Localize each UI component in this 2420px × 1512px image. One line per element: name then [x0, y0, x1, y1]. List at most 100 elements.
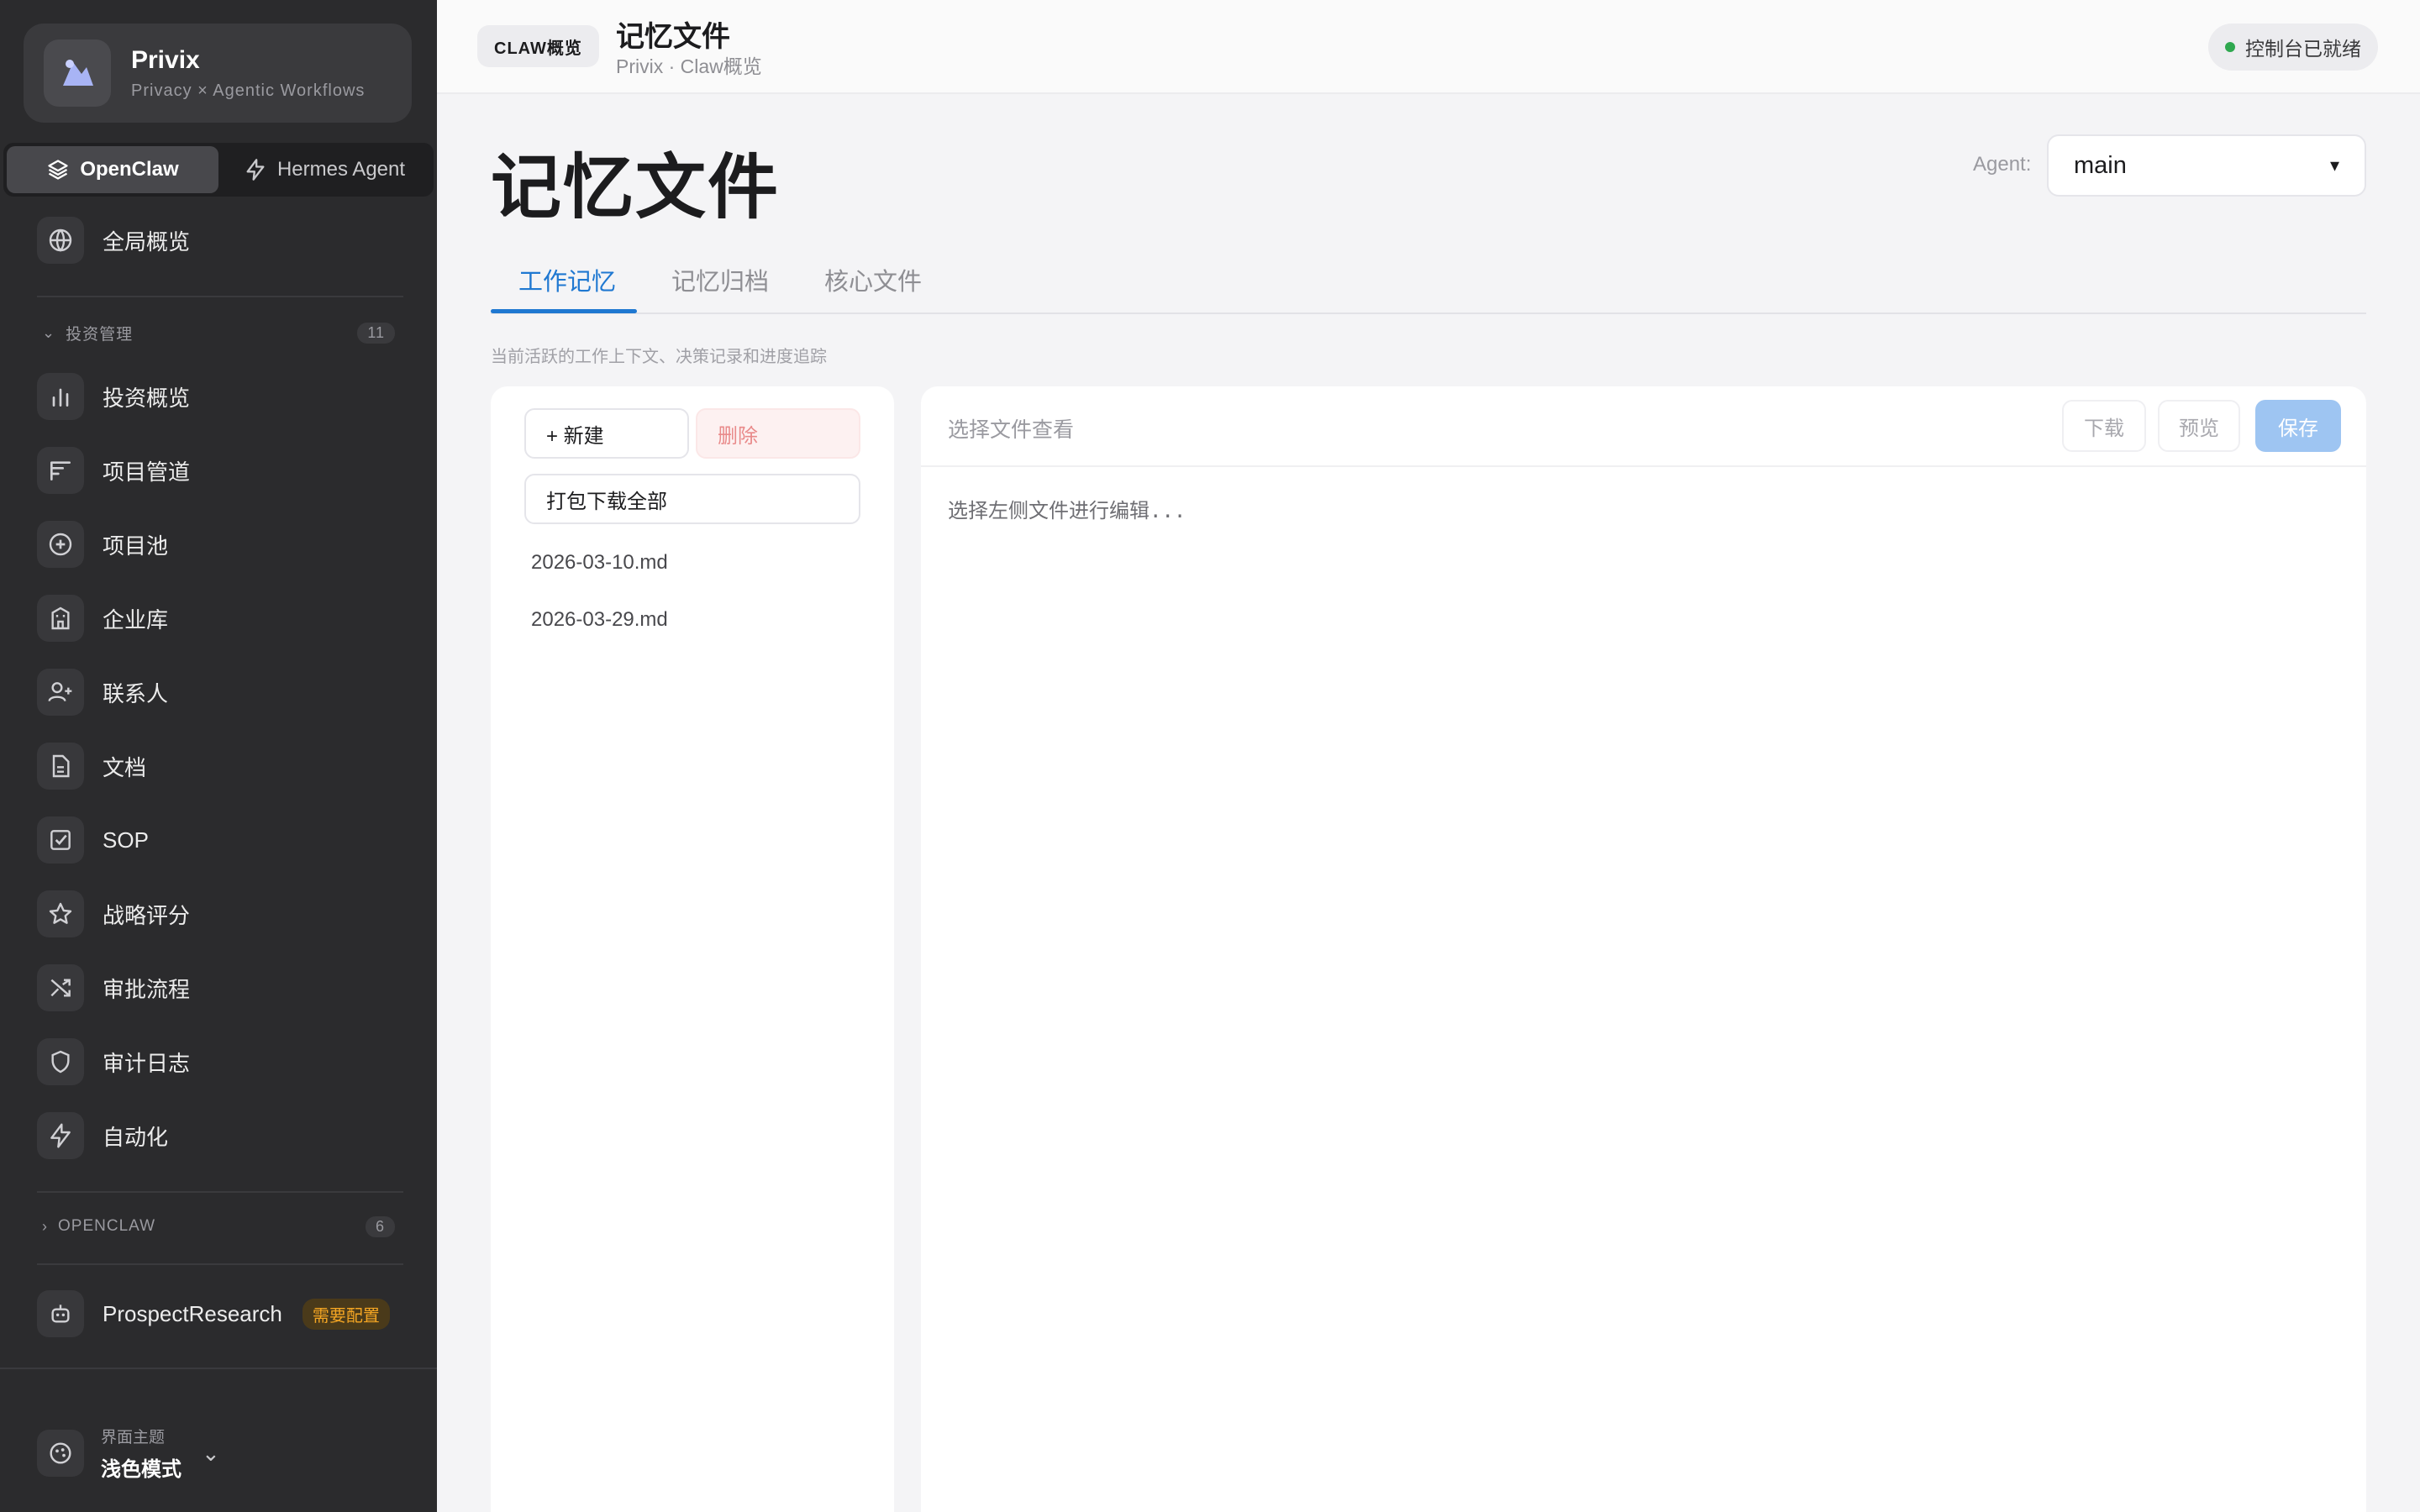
breadcrumb: Privix · Claw概览: [616, 55, 762, 77]
group-title: 投资管理: [66, 325, 134, 344]
console-status-badge: 控制台已就绪: [2208, 24, 2378, 71]
delete-file-button[interactable]: 删除: [696, 408, 860, 459]
sidebar-item-label: 审批流程: [103, 976, 191, 1002]
sidebar-item-invest-overview[interactable]: 投资概览: [37, 370, 407, 423]
sidebar-divider: [37, 296, 403, 297]
sidebar-item-label: 审计日志: [103, 1050, 191, 1076]
group-header-invest[interactable]: ⌄ 投资管理 11: [42, 318, 395, 348]
brand-logo-icon: [44, 39, 111, 107]
sidebar-item-label: 全局概览: [103, 228, 191, 255]
lightning-icon: [37, 1112, 84, 1159]
sidebar-divider: [0, 1368, 437, 1369]
sidebar-item-companies[interactable]: 企业库: [37, 591, 407, 645]
pipeline-icon: [37, 447, 84, 494]
active-tab-indicator: [491, 309, 637, 313]
file-list-panel: + 新建 删除 打包下载全部 2026-03-10.md 2026-03-29.…: [491, 386, 894, 1512]
download-all-button[interactable]: 打包下载全部: [524, 474, 860, 524]
sidebar-item-label: 投资概览: [103, 385, 191, 411]
sidebar-item-label: 项目管道: [103, 459, 191, 485]
chevron-down-icon: ⌄: [202, 1440, 220, 1466]
robot-icon: [37, 1290, 84, 1337]
sidebar-item-label: SOP: [103, 827, 149, 853]
editor-panel: 选择文件查看 下载 预览 保存 选择左侧文件进行编辑...: [921, 386, 2366, 1512]
palette-icon: [37, 1430, 84, 1477]
brand-card[interactable]: Privix Privacy × Agentic Workflows: [24, 24, 412, 123]
download-button[interactable]: 下载: [2062, 400, 2146, 452]
sidebar-item-label: 文档: [103, 754, 147, 780]
chevron-down-icon: ▾: [2329, 155, 2339, 176]
group-title: OPENCLAW: [58, 1217, 156, 1235]
status-text: 控制台已就绪: [2245, 38, 2361, 60]
page-title: 记忆文件: [491, 148, 781, 227]
editor-toolbar: 选择文件查看 下载 预览 保存: [921, 386, 2366, 467]
sidebar-item-label: ProspectResearch: [103, 1300, 282, 1326]
group-count: 11: [357, 322, 395, 344]
top-bar: CLAW概览 记忆文件 Privix · Claw概览 控制台已就绪: [437, 0, 2420, 94]
group-header-openclaw[interactable]: › OPENCLAW 6: [42, 1211, 395, 1242]
tab-memory-archive[interactable]: 记忆归档: [671, 262, 769, 314]
sidebar-item-contacts[interactable]: 联系人: [37, 665, 407, 719]
mode-hermes-button[interactable]: Hermes Agent: [218, 146, 430, 193]
sidebar-item-pipeline[interactable]: 项目管道: [37, 444, 407, 497]
agent-label: Agent:: [1973, 153, 2032, 176]
tab-description: 当前活跃的工作上下文、决策记录和进度追踪: [491, 348, 827, 366]
mode-hermes-label: Hermes Agent: [276, 158, 406, 181]
sidebar-divider: [37, 1191, 403, 1193]
status-badge: 需要配置: [302, 1298, 390, 1330]
plus-circle-icon: [37, 521, 84, 568]
bar-chart-icon: [37, 373, 84, 420]
building-icon: [37, 595, 84, 642]
sidebar-item-prospect-research[interactable]: ProspectResearch 需要配置: [37, 1287, 407, 1341]
sidebar-item-overview[interactable]: 全局概览: [37, 213, 407, 267]
sidebar-item-sop[interactable]: SOP: [37, 813, 407, 867]
document-icon: [37, 743, 84, 790]
top-title: 记忆文件: [616, 21, 730, 53]
checkbox-icon: [37, 816, 84, 864]
sidebar-item-label: 战略评分: [103, 902, 191, 928]
mode-switch: OpenClaw Hermes Agent: [3, 143, 434, 197]
shuffle-icon: [37, 964, 84, 1011]
theme-value: 浅色模式: [101, 1458, 182, 1481]
file-list-item[interactable]: 2026-03-10.md: [531, 551, 668, 575]
sidebar-item-strategy-score[interactable]: 战略评分: [37, 887, 407, 941]
file-list-item[interactable]: 2026-03-29.md: [531, 608, 668, 632]
group-count: 6: [365, 1215, 395, 1237]
sidebar-item-label: 联系人: [103, 680, 169, 706]
shield-icon: [37, 1038, 84, 1085]
mode-openclaw-label: OpenClaw: [80, 158, 179, 181]
status-dot-icon: [2225, 42, 2235, 52]
star-icon: [37, 890, 84, 937]
sidebar-item-approval[interactable]: 审批流程: [37, 961, 407, 1015]
agent-select-value: main: [2074, 151, 2127, 179]
layers-icon: [48, 160, 68, 180]
editor-file-name: 选择文件查看: [948, 418, 1075, 442]
brand-tagline: Privacy × Agentic Workflows: [131, 81, 366, 100]
save-button[interactable]: 保存: [2255, 400, 2341, 452]
editor-textarea[interactable]: 选择左侧文件进行编辑...: [948, 494, 1186, 523]
sidebar-item-project-pool[interactable]: 项目池: [37, 517, 407, 571]
sidebar-item-label: 自动化: [103, 1124, 169, 1150]
sidebar-item-automation[interactable]: 自动化: [37, 1109, 407, 1163]
section-chip[interactable]: CLAW概览: [477, 25, 599, 67]
tab-working-memory[interactable]: 工作记忆: [518, 262, 616, 314]
mode-openclaw-button[interactable]: OpenClaw: [7, 146, 218, 193]
chevron-down-icon: ⌄: [42, 323, 56, 341]
user-plus-icon: [37, 669, 84, 716]
brand-name: Privix: [131, 45, 200, 74]
sidebar: Privix Privacy × Agentic Workflows OpenC…: [0, 0, 437, 1512]
tab-core-files[interactable]: 核心文件: [824, 262, 922, 314]
sidebar-item-audit-log[interactable]: 审计日志: [37, 1035, 407, 1089]
sidebar-item-label: 项目池: [103, 533, 169, 559]
globe-icon: [37, 217, 84, 264]
theme-label: 界面主题: [101, 1429, 166, 1446]
preview-button[interactable]: 预览: [2158, 400, 2240, 452]
sidebar-item-documents[interactable]: 文档: [37, 739, 407, 793]
theme-switcher[interactable]: 界面主题 浅色模式 ⌄: [37, 1420, 220, 1487]
sidebar-item-label: 企业库: [103, 606, 169, 633]
sidebar-divider: [37, 1263, 403, 1265]
new-file-button[interactable]: + 新建: [524, 408, 689, 459]
agent-select[interactable]: main ▾: [2047, 134, 2366, 197]
lightning-icon: [246, 159, 265, 181]
chevron-right-icon: ›: [42, 1217, 48, 1235]
tab-bar: 工作记忆 记忆归档 核心文件: [491, 252, 2366, 314]
